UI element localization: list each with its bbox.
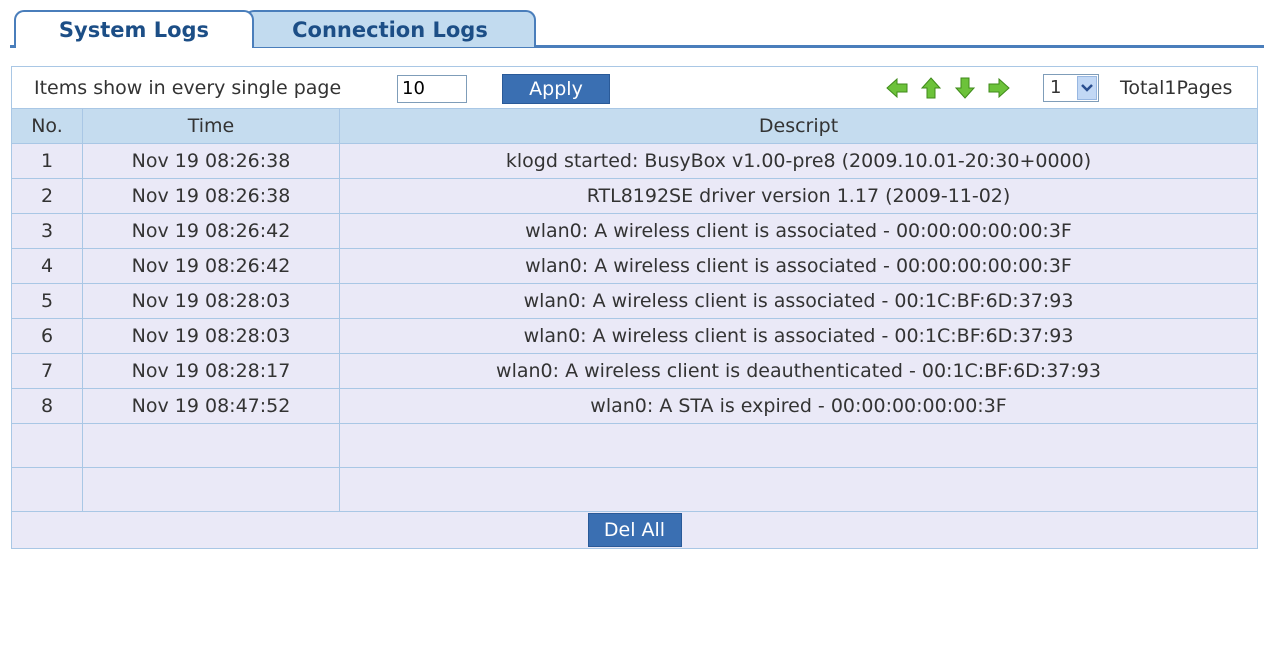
row-time: Nov 19 08:26:42	[82, 248, 340, 284]
row-time: Nov 19 08:28:03	[82, 283, 340, 319]
table-row: 7 Nov 19 08:28:17 wlan0: A wireless clie…	[11, 353, 1259, 389]
footer-row: Del All	[10, 511, 1259, 549]
table-row: 8 Nov 19 08:47:52 wlan0: A STA is expire…	[11, 388, 1259, 424]
tab-bar: System Logs Connection Logs	[0, 0, 1268, 48]
items-per-page-input[interactable]	[397, 74, 467, 103]
table-row: 6 Nov 19 08:28:03 wlan0: A wireless clie…	[11, 318, 1259, 354]
row-no: 7	[11, 353, 83, 389]
empty-row	[11, 467, 1259, 512]
row-no: 4	[11, 248, 83, 284]
table-row: 3 Nov 19 08:26:42 wlan0: A wireless clie…	[11, 213, 1259, 249]
row-descript: wlan0: A wireless client is associated -…	[338, 283, 1259, 319]
table-row: 2 Nov 19 08:26:38 RTL8192SE driver versi…	[11, 178, 1259, 214]
row-descript: klogd started: BusyBox v1.00-pre8 (2009.…	[338, 143, 1259, 179]
row-no: 3	[11, 213, 83, 249]
apply-button[interactable]: Apply	[502, 73, 610, 104]
row-time: Nov 19 08:26:42	[82, 213, 340, 249]
row-descript: wlan0: A wireless client is deauthentica…	[338, 353, 1259, 389]
row-descript: wlan0: A wireless client is associated -…	[338, 318, 1259, 354]
row-no: 8	[11, 388, 83, 424]
row-no: 6	[11, 318, 83, 354]
log-table: Items show in every single page Apply	[10, 66, 1259, 549]
row-no: 2	[11, 178, 83, 214]
next-arrow-icon[interactable]	[987, 76, 1011, 100]
row-time: Nov 19 08:28:03	[82, 318, 340, 354]
header-no: No.	[11, 108, 83, 144]
row-time: Nov 19 08:47:52	[82, 388, 340, 424]
header-descript: Descript	[338, 108, 1259, 144]
row-no: 5	[11, 283, 83, 319]
table-header-row: No. Time Descript	[11, 108, 1259, 144]
page-select[interactable]: 1	[1043, 73, 1099, 102]
last-arrow-icon[interactable]	[953, 76, 977, 100]
empty-row	[11, 423, 1259, 468]
pagination-toolbar: Items show in every single page Apply	[12, 68, 1257, 108]
items-per-page-label: Items show in every single page	[34, 76, 342, 99]
tab-system-logs[interactable]: System Logs	[14, 10, 254, 48]
table-row: 5 Nov 19 08:28:03 wlan0: A wireless clie…	[11, 283, 1259, 319]
row-no: 1	[11, 143, 83, 179]
row-descript: wlan0: A STA is expired - 00:00:00:00:00…	[338, 388, 1259, 424]
table-row: 4 Nov 19 08:26:42 wlan0: A wireless clie…	[11, 248, 1259, 284]
row-time: Nov 19 08:26:38	[82, 178, 340, 214]
toolbar-row: Items show in every single page Apply	[10, 66, 1259, 109]
tab-connection-logs[interactable]: Connection Logs	[244, 10, 536, 47]
table-row: 1 Nov 19 08:26:38 klogd started: BusyBox…	[11, 143, 1259, 179]
page-select-value: 1	[1050, 77, 1062, 98]
chevron-down-icon[interactable]	[1077, 75, 1097, 100]
row-descript: wlan0: A wireless client is associated -…	[338, 248, 1259, 284]
row-descript: wlan0: A wireless client is associated -…	[338, 213, 1259, 249]
header-time: Time	[82, 108, 340, 144]
page-navigation	[885, 76, 1011, 100]
row-time: Nov 19 08:26:38	[82, 143, 340, 179]
prev-arrow-icon[interactable]	[885, 76, 909, 100]
row-time: Nov 19 08:28:17	[82, 353, 340, 389]
first-arrow-icon[interactable]	[919, 76, 943, 100]
total-pages-label: Total1Pages	[1120, 76, 1233, 99]
row-descript: RTL8192SE driver version 1.17 (2009-11-0…	[338, 178, 1259, 214]
del-all-button[interactable]: Del All	[587, 513, 682, 547]
